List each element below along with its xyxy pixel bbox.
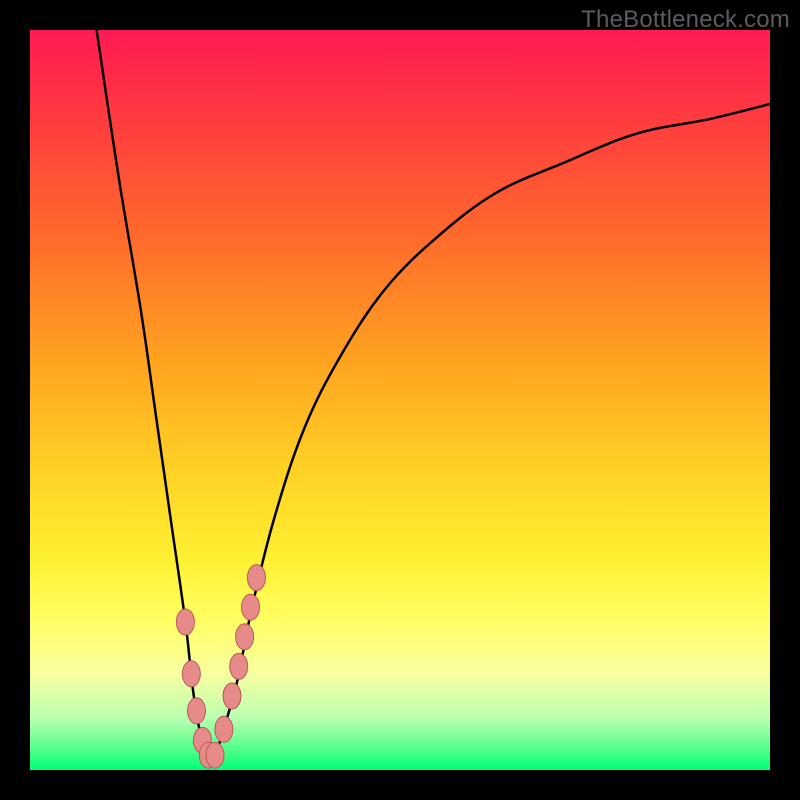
curve-marker [223, 683, 241, 709]
watermark-text: TheBottleneck.com [581, 6, 790, 34]
marker-group [176, 565, 265, 769]
curve-marker [242, 594, 260, 620]
chart-frame: TheBottleneck.com [0, 0, 800, 800]
curve-marker [182, 661, 200, 687]
curve-marker [188, 698, 206, 724]
curve-marker [206, 742, 224, 768]
curve-marker [247, 565, 265, 591]
bottleneck-curve [97, 30, 770, 758]
chart-svg [30, 30, 770, 770]
curve-marker [230, 653, 248, 679]
curve-marker [215, 716, 233, 742]
curve-marker [236, 624, 254, 650]
curve-marker [176, 609, 194, 635]
plot-area [30, 30, 770, 770]
